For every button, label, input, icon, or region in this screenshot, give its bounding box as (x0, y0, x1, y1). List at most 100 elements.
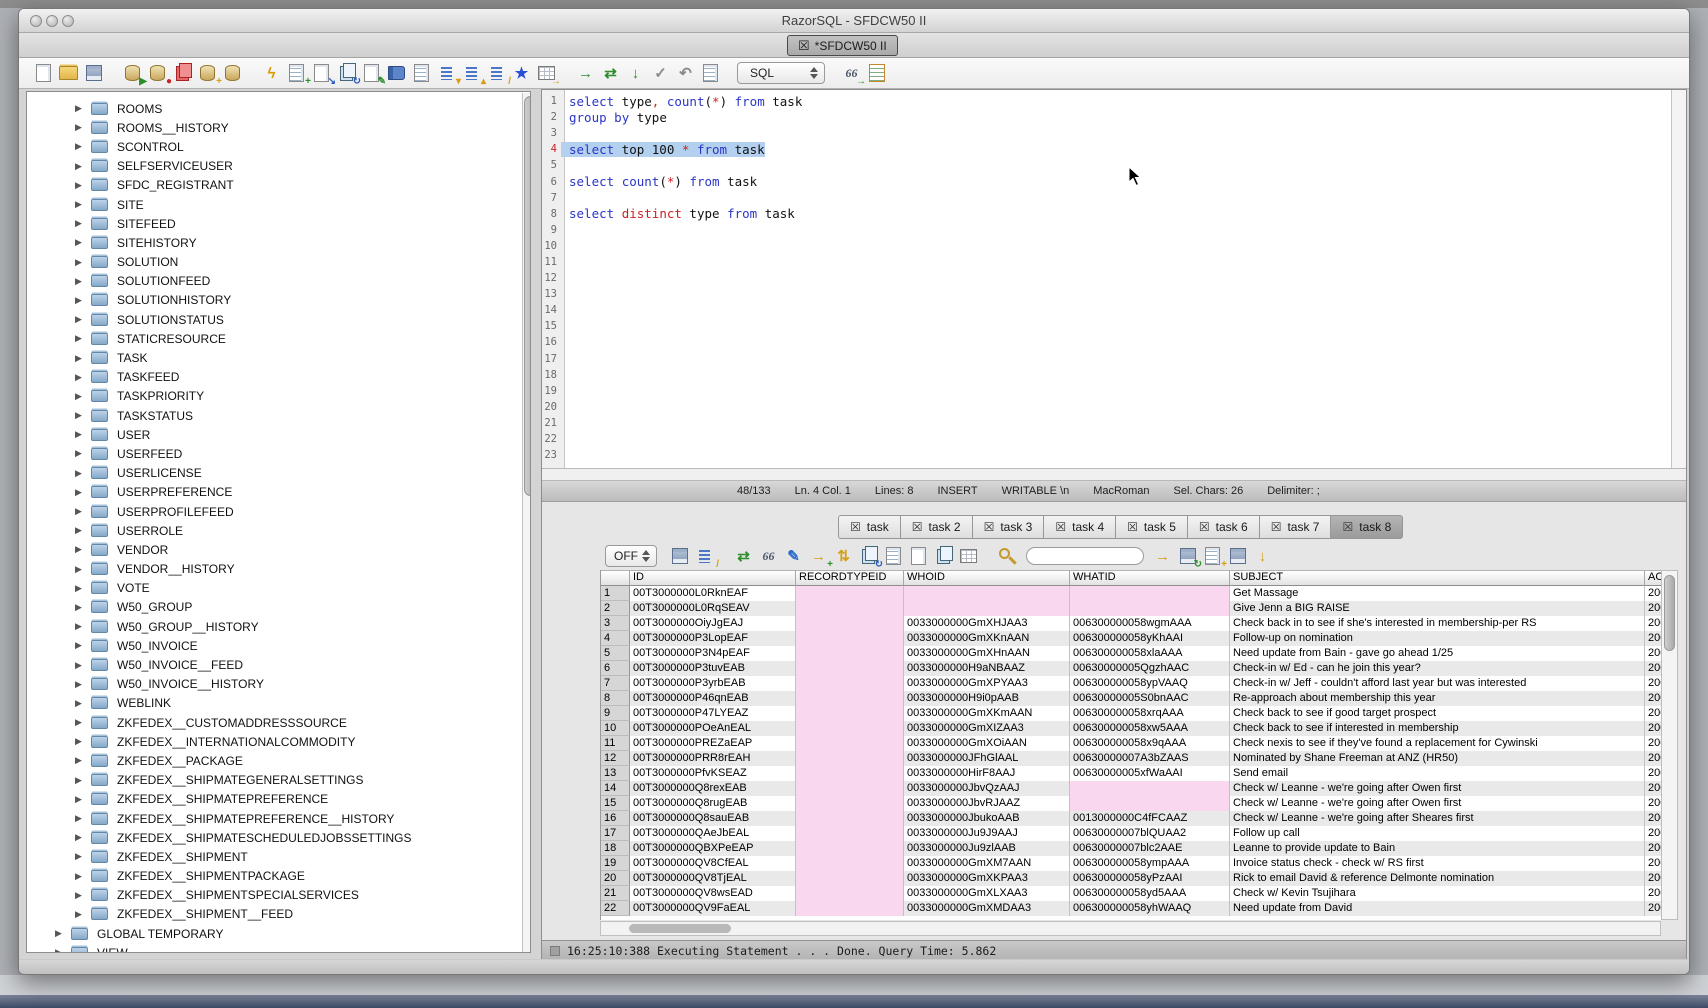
tree-item-zkfedex-shipmatepreference[interactable]: ▶ZKFEDEX__SHIPMATEPREFERENCE (27, 790, 513, 809)
new-note-icon[interactable]: + (1201, 545, 1224, 567)
disclosure-triangle-icon[interactable]: ▶ (75, 871, 91, 882)
options-icon[interactable]: + (285, 62, 308, 84)
column-header-whatid[interactable]: WHATID (1070, 570, 1230, 586)
tree-item-zkfedex-package[interactable]: ▶ZKFEDEX__PACKAGE (27, 751, 513, 770)
disclosure-triangle-icon[interactable]: ▶ (75, 755, 91, 766)
tree-item-task[interactable]: ▶TASK (27, 348, 513, 367)
filter-results-icon[interactable]: / (693, 545, 716, 567)
refresh-documents-icon[interactable]: ↻ (335, 62, 358, 84)
tree-item-taskstatus[interactable]: ▶TASKSTATUS (27, 406, 513, 425)
tab-close-icon[interactable]: ☒ (1342, 520, 1353, 534)
disclosure-triangle-icon[interactable]: ▶ (75, 333, 91, 344)
copy-table-icon[interactable] (957, 545, 980, 567)
column-header-ac[interactable]: AC (1645, 570, 1661, 586)
tree-item-zkfedex-shipmategeneralsettings[interactable]: ▶ZKFEDEX__SHIPMATEGENERALSETTINGS (27, 771, 513, 790)
table-row[interactable]: 600T3000000P3tuvEAB0033000000H9aNBAAZ006… (601, 661, 1661, 676)
disclosure-triangle-icon[interactable]: ▶ (75, 353, 91, 364)
disclosure-triangle-icon[interactable]: ▶ (75, 832, 91, 843)
tree-item-sitehistory[interactable]: ▶SITEHISTORY (27, 233, 513, 252)
tree-item-rooms-history[interactable]: ▶ROOMS__HISTORY (27, 118, 513, 137)
tree-item-w50-invoice-history[interactable]: ▶W50_INVOICE__HISTORY (27, 675, 513, 694)
go-down-icon[interactable]: ↓ (624, 62, 647, 84)
add-connection-icon[interactable]: + (196, 62, 219, 84)
tree-item-zkfedex-shipmentpackage[interactable]: ▶ZKFEDEX__SHIPMENTPACKAGE (27, 867, 513, 886)
favorites-star-icon[interactable]: ★ (510, 62, 533, 84)
connect-database-icon[interactable]: ▶ (121, 62, 144, 84)
close-window-button[interactable] (30, 15, 42, 27)
table-row[interactable]: 900T3000000P47LYEAZ0033000000GmXKmAAN006… (601, 706, 1661, 721)
save-grid-icon[interactable] (1226, 545, 1249, 567)
tree-item-weblink[interactable]: ▶WEBLINK (27, 694, 513, 713)
tree-item-w50-group-history[interactable]: ▶W50_GROUP__HISTORY (27, 617, 513, 636)
tree-item-zkfedex-customaddresssource[interactable]: ▶ZKFEDEX__CUSTOMADDRESSSOURCE (27, 713, 513, 732)
disclosure-triangle-icon[interactable]: ▶ (75, 698, 91, 709)
table-row[interactable]: 1700T3000000QAeJbEAL0033000000Ju9J9AAJ00… (601, 826, 1661, 841)
disclosure-triangle-icon[interactable]: ▶ (75, 564, 91, 575)
table-row[interactable]: 2200T3000000QV9FaEAL0033000000GmXMDAA300… (601, 901, 1661, 916)
table-row[interactable]: 1000T3000000POeAnEAL0033000000GmXIZAA300… (601, 721, 1661, 736)
table-horizontal-scrollbar[interactable] (600, 921, 1661, 936)
tree-item-view[interactable]: ▶VIEW (27, 943, 513, 953)
disclosure-triangle-icon[interactable]: ▶ (75, 295, 91, 306)
disclosure-triangle-icon[interactable]: ▶ (75, 410, 91, 421)
edit-document-icon[interactable]: ✎ (360, 62, 383, 84)
tree-item-sfdc-registrant[interactable]: ▶SFDC_REGISTRANT (27, 176, 513, 195)
filter-icon[interactable]: / (485, 62, 508, 84)
tree-item-zkfedex-internationalcommodity[interactable]: ▶ZKFEDEX__INTERNATIONALCOMMODITY (27, 732, 513, 751)
tree-item-userprofilefeed[interactable]: ▶USERPROFILEFEED (27, 502, 513, 521)
tree-item-user[interactable]: ▶USER (27, 425, 513, 444)
result-tab-task[interactable]: ☒task (838, 515, 900, 539)
disclosure-triangle-icon[interactable]: ▶ (75, 544, 91, 555)
tree-item-vendor[interactable]: ▶VENDOR (27, 540, 513, 559)
disclosure-triangle-icon[interactable]: ▶ (75, 218, 91, 229)
tree-item-taskpriority[interactable]: ▶TASKPRIORITY (27, 387, 513, 406)
tab-close-icon[interactable]: ☒ (912, 520, 923, 534)
sort-descending-icon[interactable]: ▴ (460, 62, 483, 84)
table-row[interactable]: 1100T3000000PREZaEAP0033000000GmXOiAAN00… (601, 736, 1661, 751)
tab-close-icon[interactable]: ☒ (850, 520, 861, 534)
table-row[interactable]: 1600T3000000Q8sauEAB0033000000JbukoAAB00… (601, 811, 1661, 826)
table-row[interactable]: 1400T3000000Q8rexEAB0033000000JbvQzAAJCh… (601, 781, 1661, 796)
rollback-icon[interactable]: ↶ (674, 62, 697, 84)
tree-item-zkfedex-shipmatepreference-history[interactable]: ▶ZKFEDEX__SHIPMATEPREFERENCE__HISTORY (27, 809, 513, 828)
column-header-whoid[interactable]: WHOID (904, 570, 1070, 586)
disclosure-triangle-icon[interactable]: ▶ (75, 448, 91, 459)
disclosure-triangle-icon[interactable]: ▶ (75, 679, 91, 690)
result-tab-task-4[interactable]: ☒task 4 (1043, 515, 1115, 539)
disclosure-triangle-icon[interactable]: ▶ (75, 890, 91, 901)
table-row[interactable]: 1800T3000000QBXPeEAP0033000000Ju9zlAAB00… (601, 841, 1661, 856)
column-header-recordtypeid[interactable]: RECORDTYPEID (796, 570, 904, 586)
tree-item-rooms[interactable]: ▶ROOMS (27, 99, 513, 118)
table-row[interactable]: 2000T3000000QV8TjEAL0033000000GmXKPAA300… (601, 871, 1661, 886)
tree-item-w50-invoice[interactable]: ▶W50_INVOICE (27, 636, 513, 655)
row-limit-select[interactable]: OFF (605, 545, 657, 567)
tab-close-icon[interactable]: ☒ (1199, 520, 1210, 534)
document-tab[interactable]: ☒ *SFDCW50 II (787, 35, 898, 56)
copy-rows-icon[interactable] (932, 545, 955, 567)
commit-icon[interactable]: ✓ (649, 62, 672, 84)
editor-horizontal-scrollbar[interactable] (542, 468, 1686, 481)
disclosure-triangle-icon[interactable]: ▶ (75, 909, 91, 920)
tree-scrollbar-thumb[interactable] (524, 96, 531, 496)
tree-item-scontrol[interactable]: ▶SCONTROL (27, 137, 513, 156)
tree-item-w50-invoice-feed[interactable]: ▶W50_INVOICE__FEED (27, 655, 513, 674)
table-row[interactable]: 1900T3000000QV8CfEAL0033000000GmXM7AAN00… (601, 856, 1661, 871)
disclosure-triangle-icon[interactable]: ▶ (75, 813, 91, 824)
table-row[interactable]: 200T3000000L0RqSEAVGive Jenn a BIG RAISE… (601, 601, 1661, 616)
editor-vertical-scrollbar[interactable] (1671, 90, 1686, 468)
sql-mode-select[interactable]: SQL (737, 62, 825, 84)
table-row[interactable]: 400T3000000P3LopEAF0033000000GmXKnAAN006… (601, 631, 1661, 646)
disclosure-triangle-icon[interactable]: ▶ (75, 602, 91, 613)
disclosure-triangle-icon[interactable]: ▶ (75, 161, 91, 172)
tab-close-icon[interactable]: ☒ (798, 38, 810, 54)
result-tab-task-2[interactable]: ☒task 2 (900, 515, 972, 539)
insert-record-icon[interactable]: →+ (807, 545, 830, 567)
disclosure-triangle-icon[interactable]: ▶ (75, 794, 91, 805)
disclosure-triangle-icon[interactable]: ▶ (75, 487, 91, 498)
tree-item-solutionhistory[interactable]: ▶SOLUTIONHISTORY (27, 291, 513, 310)
tree-item-zkfedex-shipment[interactable]: ▶ZKFEDEX__SHIPMENT (27, 847, 513, 866)
disclosure-triangle-icon[interactable]: ▶ (75, 257, 91, 268)
tab-close-icon[interactable]: ☒ (1055, 520, 1066, 534)
disclosure-triangle-icon[interactable]: ▶ (75, 640, 91, 651)
table-row[interactable]: 1300T3000000PfvKSEAZ0033000000HirF8AAJ00… (601, 766, 1661, 781)
